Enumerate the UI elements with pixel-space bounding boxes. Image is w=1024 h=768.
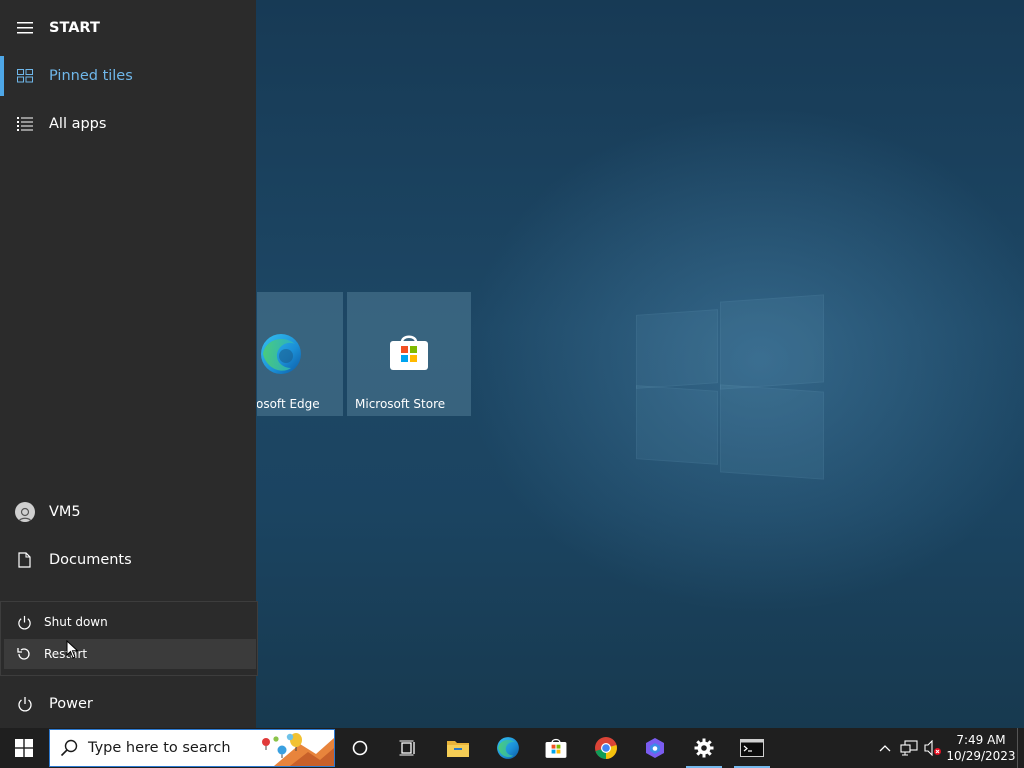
- nav-label: Pinned tiles: [49, 68, 133, 84]
- settings-icon: [694, 738, 714, 758]
- tile-microsoft-edge[interactable]: osoft Edge: [257, 292, 343, 416]
- system-tray: 7:49 AM 10/29/2023: [873, 728, 1024, 768]
- restart-icon: [17, 648, 30, 660]
- copilot-taskbar-button[interactable]: [631, 728, 679, 768]
- search-icon: [60, 739, 78, 757]
- selection-indicator: [0, 56, 4, 96]
- user-icon: [17, 507, 32, 522]
- list-icon: [16, 117, 33, 131]
- hot-air-balloons-icon: [262, 733, 334, 766]
- edge-taskbar-button[interactable]: [484, 728, 532, 768]
- clock-time: 7:49 AM: [956, 733, 1006, 747]
- tiles-icon: [16, 69, 33, 83]
- settings-taskbar-button[interactable]: [680, 728, 728, 768]
- task-view-button[interactable]: [384, 728, 432, 768]
- avatar: [14, 502, 35, 522]
- store-taskbar-button[interactable]: [532, 728, 580, 768]
- user-name: VM5: [49, 504, 81, 520]
- terminal-icon: [740, 739, 764, 757]
- nav-label: All apps: [49, 116, 107, 132]
- start-title: START: [49, 20, 100, 36]
- power-button[interactable]: Power: [0, 680, 256, 728]
- cortana-button[interactable]: [336, 728, 384, 768]
- chevron-up-icon: [879, 745, 891, 752]
- start-header[interactable]: START: [0, 4, 256, 52]
- windows-logo-icon: [15, 739, 33, 757]
- nav-documents[interactable]: Documents: [0, 536, 256, 584]
- edge-icon: [497, 737, 519, 759]
- show-hidden-icons-button[interactable]: [873, 744, 897, 752]
- restart-option[interactable]: Restart: [4, 639, 256, 669]
- nav-all-apps[interactable]: All apps: [0, 100, 256, 148]
- nav-pinned-tiles[interactable]: Pinned tiles: [0, 52, 256, 100]
- user-account[interactable]: VM5: [0, 488, 256, 536]
- power-icon: [17, 697, 32, 712]
- network-button[interactable]: [897, 740, 921, 756]
- power-options-menu: Shut down Restart: [0, 601, 258, 676]
- document-icon: [18, 552, 31, 568]
- terminal-taskbar-button[interactable]: [728, 728, 776, 768]
- tile-microsoft-store[interactable]: Microsoft Store: [347, 292, 471, 416]
- search-placeholder: Type here to search: [88, 740, 231, 756]
- tile-label: osoft Edge: [257, 397, 320, 411]
- tile-label: Microsoft Store: [355, 397, 446, 411]
- mouse-cursor-icon: [66, 640, 79, 659]
- menu-item-label: Shut down: [44, 615, 108, 629]
- nav-label: Documents: [49, 552, 132, 568]
- store-icon: [390, 335, 428, 370]
- power-icon: [17, 615, 31, 629]
- task-view-icon: [399, 740, 415, 756]
- chrome-taskbar-button[interactable]: [582, 728, 630, 768]
- clock[interactable]: 7:49 AM 10/29/2023: [945, 732, 1017, 764]
- volume-muted-icon: [924, 740, 941, 756]
- windows-wallpaper-logo: [636, 290, 824, 480]
- edge-icon: [261, 334, 301, 374]
- search-box[interactable]: Type here to search: [49, 729, 335, 767]
- file-explorer-icon: [447, 741, 469, 757]
- file-explorer-button[interactable]: [434, 728, 482, 768]
- hamburger-menu-icon[interactable]: [16, 22, 33, 34]
- start-button[interactable]: [0, 728, 48, 768]
- shut-down-option[interactable]: Shut down: [4, 607, 256, 637]
- chrome-icon: [595, 737, 617, 759]
- nav-label: Power: [49, 696, 93, 712]
- network-icon: [900, 740, 918, 756]
- cortana-icon: [352, 740, 368, 756]
- copilot-icon: [646, 738, 664, 758]
- store-icon: [545, 738, 567, 758]
- show-desktop-button[interactable]: [1017, 728, 1024, 768]
- clock-date: 10/29/2023: [946, 749, 1016, 763]
- volume-button[interactable]: [921, 740, 945, 756]
